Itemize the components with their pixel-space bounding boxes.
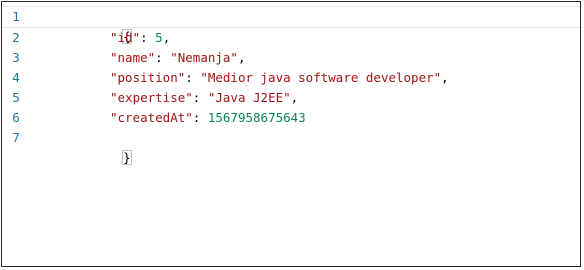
line-number: 6 <box>12 110 20 125</box>
line-number: 7 <box>12 130 20 145</box>
json-key: "position" <box>110 70 186 85</box>
json-key: "name" <box>110 50 156 65</box>
line-number: 2 <box>12 30 20 45</box>
comma: , <box>237 50 246 65</box>
json-value: "Medior java software developer" <box>200 70 442 85</box>
code-line[interactable]: 6 "createdAt": 1567958675643 <box>2 108 580 128</box>
json-key: "createdAt" <box>110 110 193 125</box>
json-key: "id" <box>110 30 141 45</box>
code-line[interactable]: 4 "position": "Medior java software deve… <box>2 68 580 88</box>
json-value: 1567958675643 <box>207 110 306 125</box>
line-number: 1 <box>12 9 20 24</box>
colon: : <box>140 30 156 45</box>
json-key: "expertise" <box>110 90 193 105</box>
colon: : <box>192 90 208 105</box>
line-number: 4 <box>12 70 20 85</box>
comma: , <box>441 70 449 85</box>
json-editor[interactable]: 1 { 2 "id": 5, 3 "name": "Nemanja", 4 "p… <box>1 1 581 267</box>
code-line[interactable]: 2 "id": 5, <box>2 28 580 48</box>
colon: : <box>185 70 201 85</box>
comma: , <box>162 30 171 45</box>
colon: : <box>192 110 208 125</box>
json-value: 5 <box>155 30 163 45</box>
json-value: "Java J2EE" <box>207 90 291 105</box>
code-line[interactable]: 7 } <box>2 128 580 165</box>
colon: : <box>155 50 171 65</box>
json-value: "Nemanja" <box>170 50 238 65</box>
code-line[interactable]: 3 "name": "Nemanja", <box>2 48 580 68</box>
line-number: 5 <box>12 90 20 105</box>
line-number: 3 <box>12 50 20 65</box>
code-line[interactable]: 5 "expertise": "Java J2EE", <box>2 88 580 108</box>
code-line[interactable]: 1 { <box>2 6 580 44</box>
close-brace: } <box>122 150 132 165</box>
comma: , <box>290 90 299 105</box>
